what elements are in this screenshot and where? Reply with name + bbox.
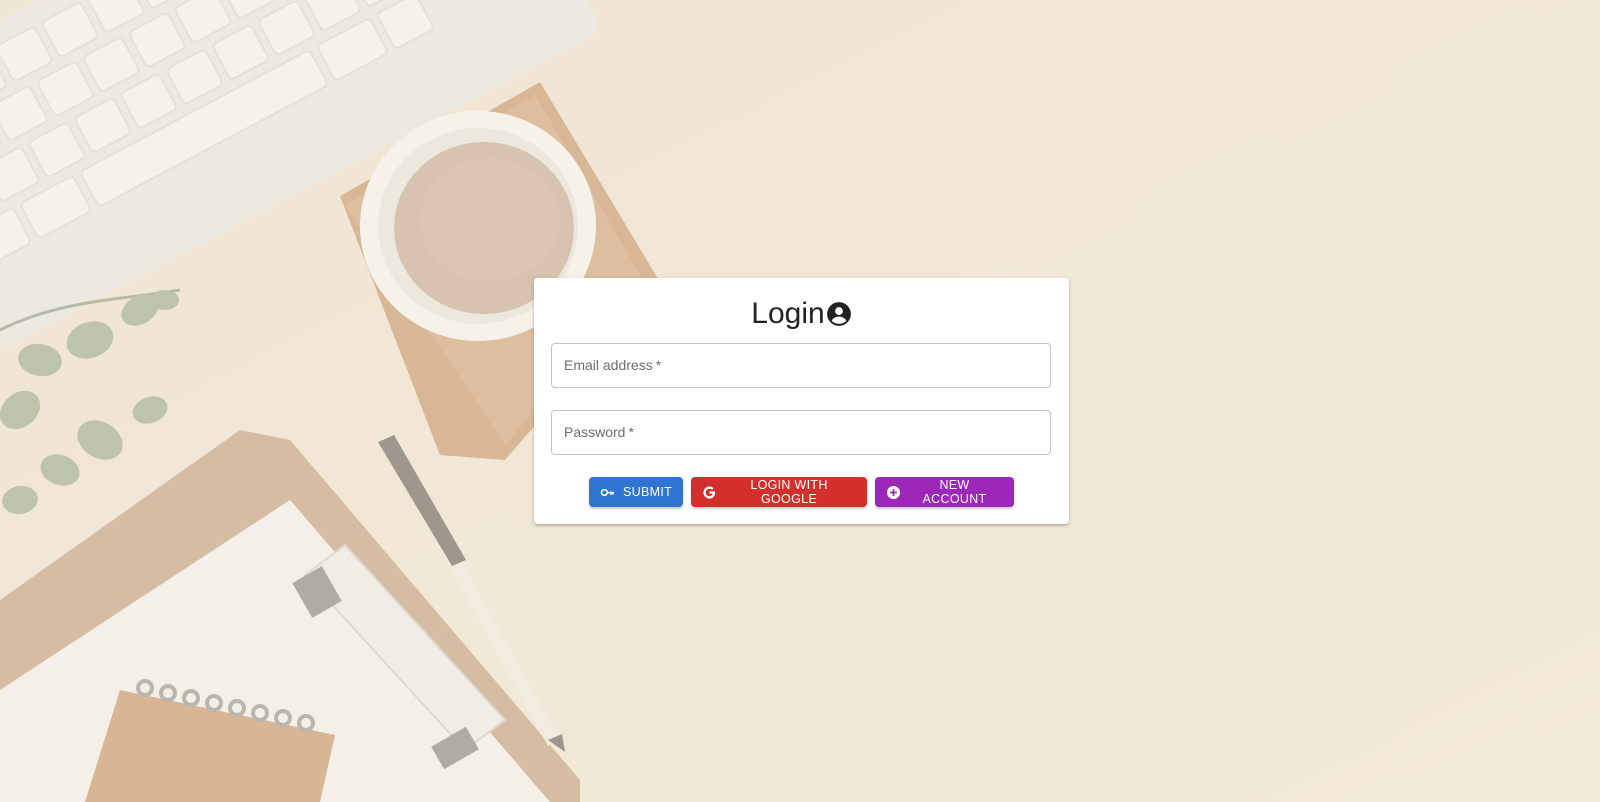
login-card: Login Email address * Password * SUBMIT … xyxy=(534,278,1069,524)
login-page: Login Email address * Password * SUBMIT … xyxy=(0,0,1600,802)
add-circle-icon xyxy=(886,485,901,500)
new-account-button-label: New Account xyxy=(922,478,987,506)
login-with-google-button[interactable]: Login with Google xyxy=(691,477,867,507)
google-button-label: Login with Google xyxy=(750,478,828,506)
new-account-button[interactable]: New Account xyxy=(875,477,1014,507)
google-icon xyxy=(702,485,717,500)
key-icon xyxy=(600,485,615,500)
email-input[interactable] xyxy=(552,344,1050,387)
email-field[interactable]: Email address * xyxy=(551,343,1051,388)
submit-button-label: Submit xyxy=(623,485,673,499)
account-circle-icon xyxy=(826,301,852,327)
login-title-row: Login xyxy=(534,294,1069,334)
login-title: Login xyxy=(751,297,825,330)
password-input[interactable] xyxy=(552,411,1050,454)
submit-button[interactable]: Submit xyxy=(589,477,683,507)
login-actions: Submit Login with Google New Accoun xyxy=(534,477,1069,507)
password-field[interactable]: Password * xyxy=(551,410,1051,455)
